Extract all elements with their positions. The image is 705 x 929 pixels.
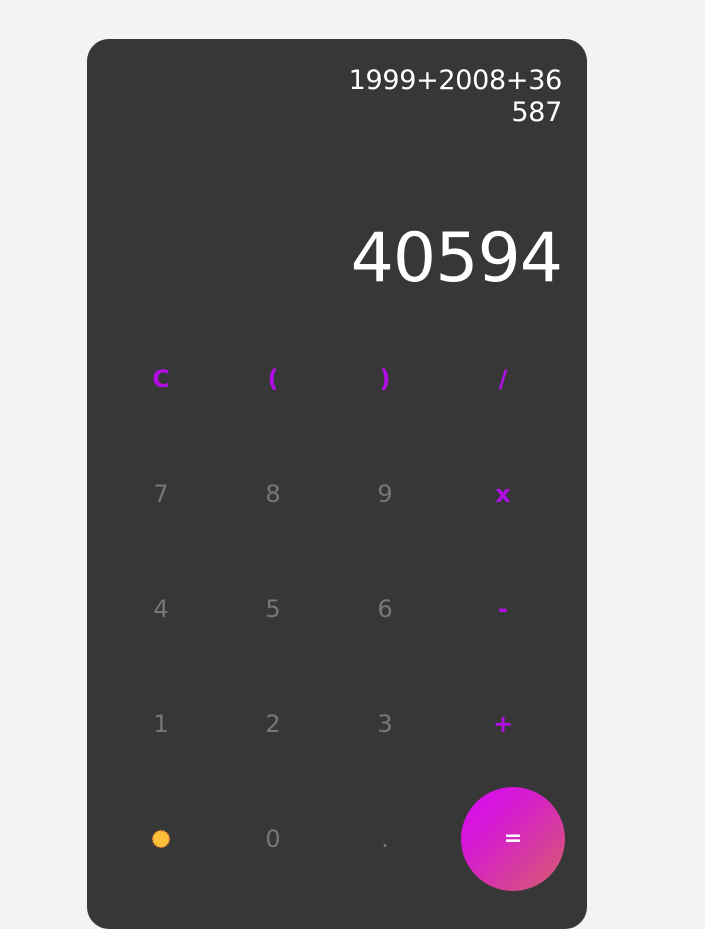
multiply-button[interactable]: x (441, 436, 565, 551)
keypad: C ( ) / 7 8 9 x 4 5 6 - 1 2 3 + 0 . = (105, 321, 565, 896)
subtract-button[interactable]: - (441, 551, 565, 666)
theme-toggle-button[interactable] (105, 781, 217, 896)
close-paren-button[interactable]: ) (329, 321, 441, 436)
clear-button[interactable]: C (105, 321, 217, 436)
decimal-button[interactable]: . (329, 781, 441, 896)
add-button[interactable]: + (441, 666, 565, 781)
digit-0-button[interactable]: 0 (217, 781, 329, 896)
result-display: 40594 (350, 219, 563, 298)
digit-4-button[interactable]: 4 (105, 551, 217, 666)
digit-5-button[interactable]: 5 (217, 551, 329, 666)
digit-2-button[interactable]: 2 (217, 666, 329, 781)
expression-display: 1999+2008+36587 (348, 65, 563, 128)
digit-8-button[interactable]: 8 (217, 436, 329, 551)
sun-icon (150, 828, 172, 850)
digit-9-button[interactable]: 9 (329, 436, 441, 551)
equals-button[interactable]: = (441, 781, 565, 896)
divide-button[interactable]: / (441, 321, 565, 436)
digit-1-button[interactable]: 1 (105, 666, 217, 781)
open-paren-button[interactable]: ( (217, 321, 329, 436)
digit-7-button[interactable]: 7 (105, 436, 217, 551)
digit-3-button[interactable]: 3 (329, 666, 441, 781)
equals-button-surface[interactable]: = (461, 786, 565, 891)
calculator-panel: 1999+2008+36587 40594 C ( ) / 7 8 9 x 4 … (87, 39, 587, 929)
digit-6-button[interactable]: 6 (329, 551, 441, 666)
